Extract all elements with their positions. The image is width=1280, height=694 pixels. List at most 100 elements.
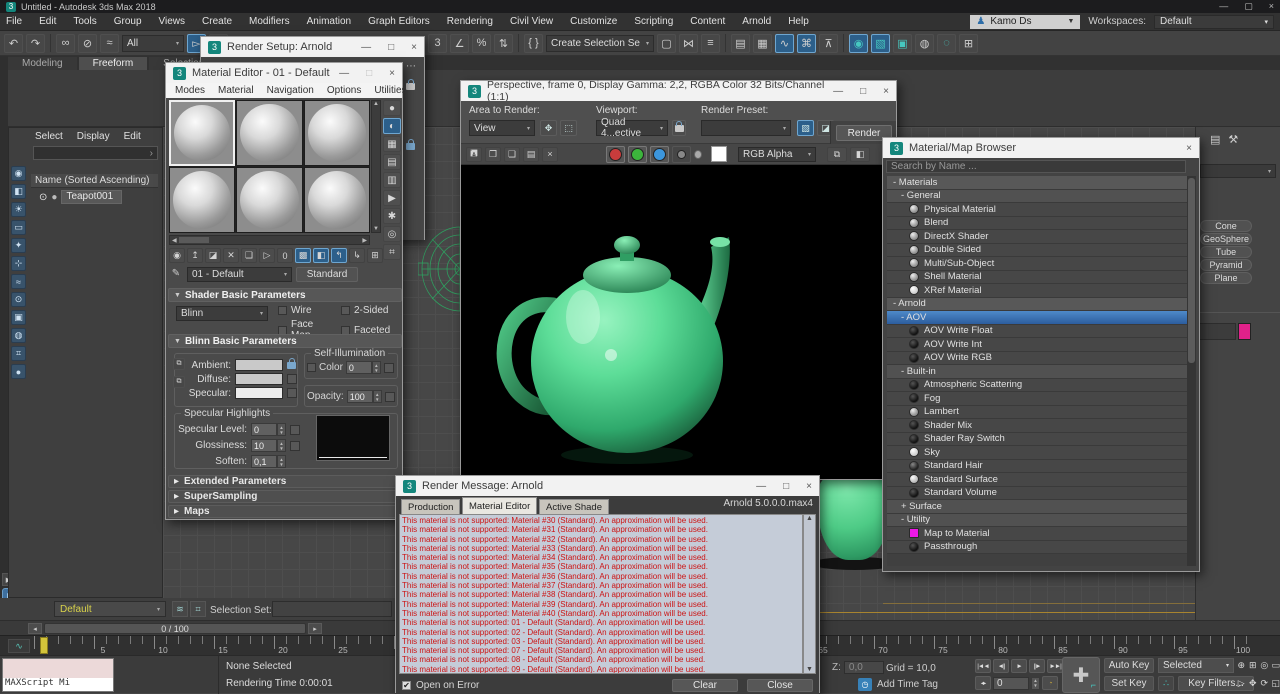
curve-editor-icon[interactable]: ∿ bbox=[775, 34, 794, 53]
render-setup-icon[interactable]: ▧ bbox=[797, 120, 814, 136]
sample-hscrollbar[interactable]: ◀▶ bbox=[169, 235, 370, 245]
diffuse-specular-lock-icon[interactable]: ⧉ bbox=[173, 376, 185, 388]
explorer-menu-display[interactable]: Display bbox=[77, 131, 110, 142]
scene-explorer-sort-header[interactable]: Name (Sorted Ascending) bbox=[31, 174, 158, 188]
sample-uv-tiling-icon[interactable]: ⊞ bbox=[367, 248, 383, 263]
display-containers-icon[interactable]: ⌗ bbox=[11, 346, 26, 361]
display-geometry-icon[interactable]: ◧ bbox=[11, 184, 26, 199]
tree-group-surface[interactable]: + Surface bbox=[887, 500, 1187, 514]
menu-scripting[interactable]: Scripting bbox=[634, 16, 673, 27]
menu-civil-view[interactable]: Civil View bbox=[510, 16, 553, 27]
ribbon-toggle-icon[interactable]: ▦ bbox=[753, 34, 772, 53]
named-selection-icon[interactable]: ⌗ bbox=[190, 601, 206, 617]
display-shapes-icon[interactable]: ⊹ bbox=[11, 256, 26, 271]
rollout-supersampling[interactable]: ▸SuperSampling bbox=[168, 490, 402, 503]
menu-graph-editors[interactable]: Graph Editors bbox=[368, 16, 430, 27]
object-type-plane[interactable]: Plane bbox=[1200, 272, 1252, 284]
tree-item-fog[interactable]: Fog bbox=[887, 392, 1187, 406]
key-selection-dropdown[interactable]: Selected▾ bbox=[1158, 658, 1234, 673]
go-to-parent-icon[interactable]: ↰ bbox=[331, 248, 347, 263]
alpha-channel-toggle[interactable] bbox=[694, 150, 702, 159]
tab-production[interactable]: Production bbox=[401, 499, 460, 514]
material-editor-icon[interactable]: ◉ bbox=[849, 34, 868, 53]
backlight-icon[interactable]: ◐ bbox=[383, 118, 401, 134]
specular-level-map-button[interactable] bbox=[290, 425, 300, 435]
time-slider[interactable]: 0 / 100 bbox=[44, 623, 306, 634]
rendered-frame-icon[interactable]: ▣ bbox=[893, 34, 912, 53]
menu-group[interactable]: Group bbox=[114, 16, 142, 27]
tree-item-double-sided[interactable]: Double Sided bbox=[887, 244, 1187, 258]
material-map-browser-titlebar[interactable]: 3 Material/Map Browser × bbox=[883, 138, 1199, 158]
close-button[interactable]: × bbox=[389, 68, 395, 79]
object-type-geosphere[interactable]: GeoSphere bbox=[1200, 233, 1252, 245]
render-iterative-icon[interactable]: ◌ bbox=[937, 34, 956, 53]
select-by-material-icon[interactable]: ◎ bbox=[383, 226, 401, 242]
minimize-button[interactable]: — bbox=[339, 68, 349, 79]
area-to-render-dropdown[interactable]: View▾ bbox=[469, 120, 535, 136]
rendered-frame-titlebar[interactable]: 3 Perspective, frame 0, Display Gamma: 2… bbox=[461, 81, 896, 101]
scene-explorer-object-row[interactable]: ⊙ ● Teapot001 bbox=[39, 190, 152, 204]
next-frame-button[interactable]: ||► bbox=[1029, 659, 1045, 673]
mini-curve-toggle-icon[interactable]: ∿ bbox=[8, 639, 30, 653]
orbit-icon[interactable]: ⟳ bbox=[1259, 675, 1270, 692]
monochrome-toggle[interactable] bbox=[672, 146, 691, 163]
create-selection-set-dropdown[interactable]: Create Selection Se▾ bbox=[546, 35, 654, 52]
tree-item-aov-write-int[interactable]: AOV Write Int bbox=[887, 338, 1187, 352]
angle-snap-icon[interactable]: ∠ bbox=[450, 34, 469, 53]
specular-level-field[interactable]: 0 bbox=[251, 423, 277, 436]
self-illum-spinner[interactable]: ▲▼ bbox=[372, 361, 381, 374]
message-scrollbar[interactable]: ▲▼ bbox=[803, 514, 816, 674]
tree-item-xref-material[interactable]: XRef Material bbox=[887, 284, 1187, 298]
tree-item-standard-surface[interactable]: Standard Surface bbox=[887, 473, 1187, 487]
material-sample-slot[interactable] bbox=[236, 167, 302, 233]
assign-material-to-selection-icon[interactable]: ◪ bbox=[205, 248, 221, 263]
render-production-icon[interactable]: ◍ bbox=[915, 34, 934, 53]
tree-item-standard-volume[interactable]: Standard Volume bbox=[887, 487, 1187, 501]
auto-key-button[interactable]: Auto Key bbox=[1104, 658, 1154, 673]
menu-animation[interactable]: Animation bbox=[307, 16, 351, 27]
user-account-menu[interactable]: ♟ Kamo Ds ▼ bbox=[970, 15, 1080, 29]
minimize-button[interactable]: — bbox=[361, 42, 371, 53]
self-illum-color-checkbox[interactable] bbox=[307, 363, 316, 372]
object-color-swatch[interactable] bbox=[1238, 323, 1251, 340]
undo-icon[interactable]: ↶ bbox=[4, 34, 23, 53]
go-to-end-button[interactable]: ►►| bbox=[1047, 659, 1063, 673]
opacity-map-button[interactable] bbox=[385, 392, 395, 402]
specular-map-button[interactable] bbox=[287, 388, 297, 398]
compare-swipe-icon[interactable]: ◧ bbox=[850, 147, 870, 162]
opacity-field[interactable]: 100 bbox=[347, 390, 373, 403]
ambient-color-swatch[interactable] bbox=[235, 359, 283, 371]
tree-item-multi-sub-object[interactable]: Multi/Sub-Object bbox=[887, 257, 1187, 271]
copy-image-icon[interactable]: ❐ bbox=[485, 147, 501, 162]
tree-group-general[interactable]: - General bbox=[887, 190, 1187, 204]
tab-material-editor[interactable]: Material Editor bbox=[462, 497, 537, 514]
diffuse-map-button[interactable] bbox=[287, 374, 297, 384]
zoom-all-icon[interactable]: ⊞ bbox=[1248, 657, 1259, 674]
menu-help[interactable]: Help bbox=[788, 16, 809, 27]
key-mode-toggle-icon[interactable]: ◂▸ bbox=[975, 676, 991, 690]
menu-edit[interactable]: Edit bbox=[39, 16, 56, 27]
display-helpers-icon[interactable]: ✦ bbox=[11, 238, 26, 253]
sample-tiling-icon[interactable]: ▤ bbox=[383, 154, 401, 170]
edit-region-icon[interactable]: ⬚ bbox=[560, 120, 577, 136]
reset-map-icon[interactable]: ✕ bbox=[223, 248, 239, 263]
play-button[interactable]: ► bbox=[1011, 659, 1027, 673]
tree-item-directx-shader[interactable]: DirectX Shader bbox=[887, 230, 1187, 244]
object-type-tube[interactable]: Tube bbox=[1200, 246, 1252, 258]
me-menu-material[interactable]: Material bbox=[218, 85, 254, 96]
display-panel-icon[interactable]: ▤ bbox=[1210, 133, 1220, 146]
render-message-list[interactable]: This material is not supported: Material… bbox=[399, 514, 803, 674]
tree-group-aov[interactable]: - AOV bbox=[887, 311, 1187, 325]
layer-icon[interactable]: ⧉ bbox=[827, 147, 847, 162]
layer-manager-icon[interactable]: ▤ bbox=[731, 34, 750, 53]
zoom-region-icon[interactable]: ▭ bbox=[1271, 657, 1280, 674]
tree-item-sky[interactable]: Sky bbox=[887, 446, 1187, 460]
default-in-out-tangents-icon[interactable]: ∴ bbox=[1158, 676, 1174, 691]
maximize-button[interactable]: □ bbox=[366, 68, 372, 79]
material-sample-slot[interactable] bbox=[169, 100, 235, 166]
workspaces-dropdown[interactable]: Default ▾ bbox=[1154, 15, 1274, 29]
schematic-view-icon[interactable]: ⌘ bbox=[797, 34, 816, 53]
material-editor-titlebar[interactable]: 3 Material Editor - 01 - Default — □ × bbox=[166, 63, 402, 83]
minimize-button[interactable]: — bbox=[833, 86, 843, 97]
material-type-button[interactable]: Standard bbox=[296, 267, 358, 282]
